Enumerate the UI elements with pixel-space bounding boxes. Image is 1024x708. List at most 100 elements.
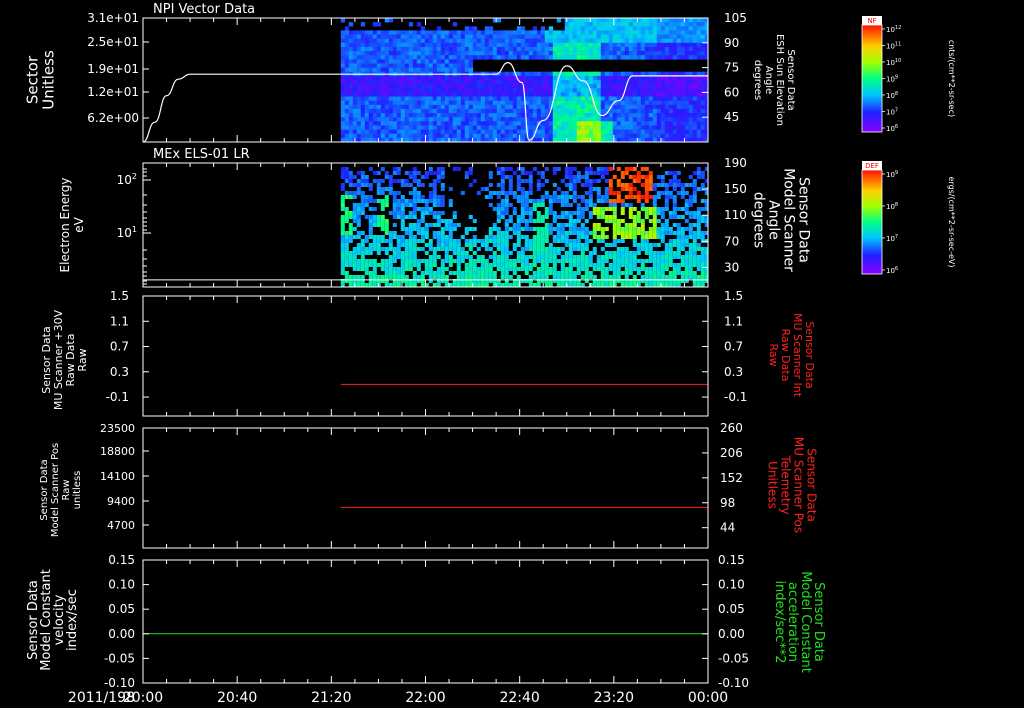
spectro-cell [424,92,430,97]
spectro-cell [668,255,673,259]
spectro-cell [680,55,686,60]
spectro-cell [544,125,550,130]
spectro-cell [468,263,473,267]
spectro-cell [680,255,685,259]
spectro-cell [352,275,357,279]
spectro-cell [484,247,489,251]
spectro-cell [660,183,665,187]
spectro-cell [520,121,526,126]
spectro-cell [540,251,545,255]
spectro-cell [568,18,574,23]
spectro-cell [656,129,662,135]
spectro-cell [388,275,393,279]
spectro-cell [664,55,670,60]
spectro-cell [416,88,422,93]
spectro-cell [372,80,378,85]
spectro-cell [492,104,498,110]
spectro-cell [668,283,673,287]
spectro-cell [512,171,517,175]
spectro-cell [472,46,478,52]
spectro-cell [652,30,658,35]
spectro-cell [692,247,697,251]
spectro-cell [364,259,369,263]
spectro-cell [456,251,461,255]
spectro-cell [664,51,670,56]
spectro-cell [652,26,658,31]
spectro-cell [600,121,606,126]
spectro-cell [652,113,658,118]
spectro-cell [668,121,674,126]
spectro-cell [496,51,502,56]
spectro-cell [616,239,621,243]
spectro-cell [340,117,346,122]
spectro-cell [596,75,602,81]
spectro-cell [364,100,370,106]
spectro-cell [676,191,681,195]
spectro-cell [536,51,542,56]
spectro-cell [388,42,394,48]
spectro-cell [500,255,505,259]
spectro-cell [396,30,402,35]
spectro-cell [492,108,498,114]
spectro-cell [516,275,521,279]
spectro-cell [616,231,621,235]
spectro-cell [392,235,397,239]
spectro-cell [572,227,577,231]
spectro-cell [348,133,354,139]
panel4-ylabel-right: Sensor DataMU Scanner PosTelemetryUnitle… [765,437,818,533]
spectro-cell [424,34,430,39]
spectro-cell [688,129,694,135]
spectro-cell [388,46,394,52]
spectro-cell [468,67,474,73]
spectro-cell [484,88,490,93]
spectro-cell [460,235,465,239]
spectro-cell [376,67,382,73]
spectro-cell [688,231,693,235]
spectro-cell [572,271,577,275]
spectro-cell [588,75,594,81]
spectro-cell [544,263,549,267]
spectro-cell [408,199,413,203]
spectro-cell [364,42,370,48]
x-axis-tick: 20:00 [123,690,163,706]
spectro-cell [468,183,473,187]
spectro-cell [588,191,593,195]
spectro-cell [580,75,586,81]
spectro-cell [376,247,381,251]
spectro-cell [540,42,546,48]
spectro-cell [596,263,601,267]
spectro-cell [412,104,418,110]
spectro-cell [572,34,578,39]
spectro-cell [568,125,574,130]
spectro-cell [700,34,706,39]
spectro-cell [632,34,638,39]
spectro-cell [400,46,406,52]
spectro-cell [504,203,509,207]
spectro-cell [552,255,557,259]
spectro-cell [404,46,410,52]
spectro-cell [656,175,661,179]
spectro-cell [420,275,425,279]
spectro-cell [340,187,345,191]
spectro-cell [568,30,574,35]
spectro-cell [360,108,366,114]
spectro-cell [472,239,477,243]
spectro-cell [692,88,698,93]
spectro-cell [380,263,385,267]
spectro-cell [648,195,653,199]
spectro-cell [428,207,433,211]
spectro-cell [676,263,681,267]
spectro-cell [492,117,498,122]
spectro-cell [700,251,705,255]
spectro-cell [568,171,573,175]
spectro-cell [368,263,373,267]
spectro-cell [616,42,622,48]
spectro-cell [436,51,442,56]
spectro-cell [472,179,477,183]
spectro-cell [628,55,634,60]
spectro-cell [572,104,578,110]
spectro-cell [600,207,605,211]
spectro-cell [580,283,585,287]
spectro-cell [480,38,486,44]
spectro-cell [536,88,542,93]
